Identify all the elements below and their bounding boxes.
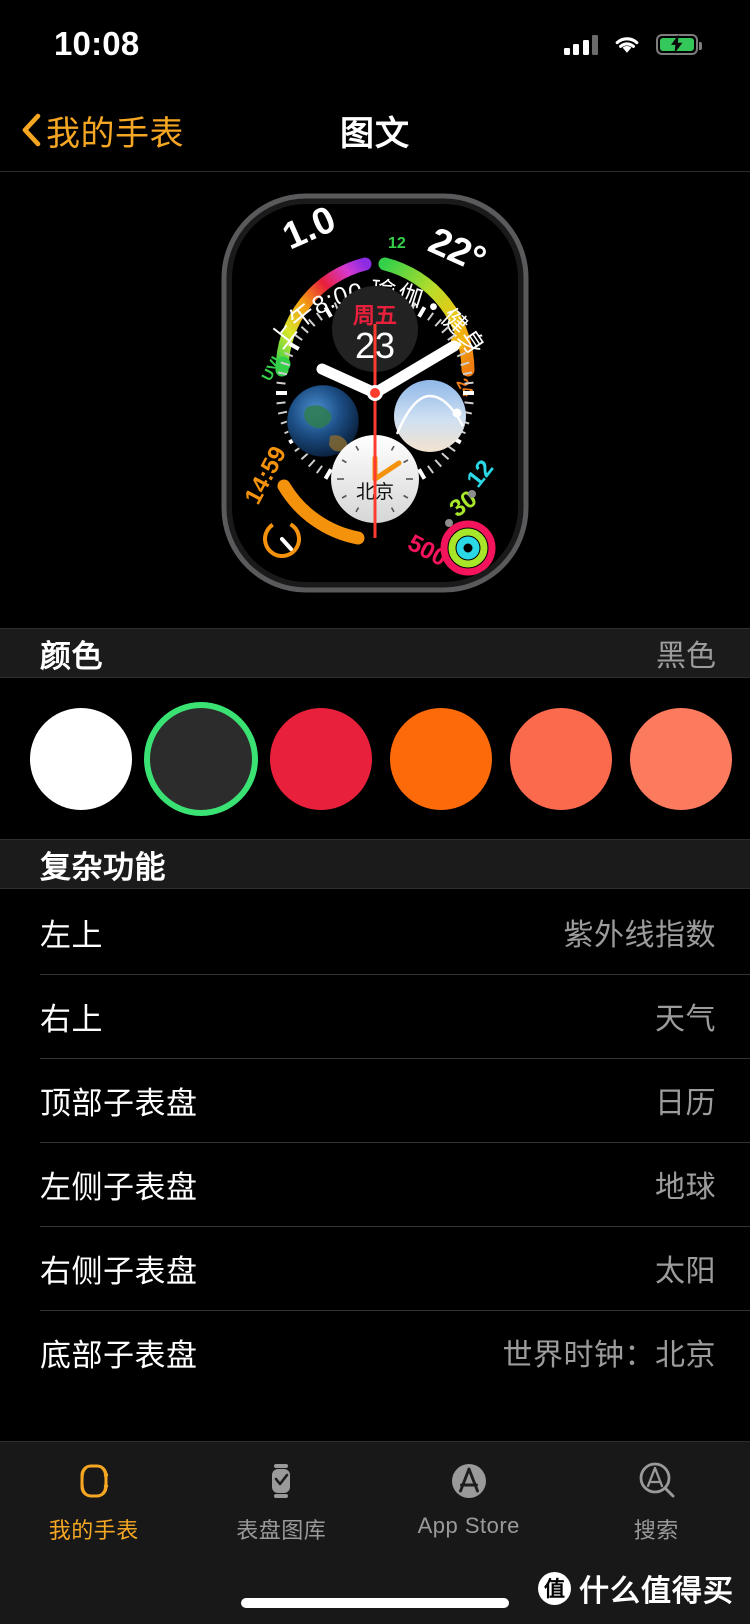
- status-bar-indicators: [563, 33, 702, 55]
- tab-label: App Store: [417, 1513, 520, 1538]
- tab-search[interactable]: 搜索: [563, 1456, 750, 1545]
- wifi-icon: [612, 33, 642, 55]
- row-value: 日历: [655, 1087, 716, 1120]
- color-swatch-strip[interactable]: [0, 679, 750, 839]
- complication-row-right-subdial[interactable]: 右侧子表盘 太阳: [0, 1226, 750, 1310]
- row-label: 底部子表盘: [40, 1337, 198, 1373]
- color-section-title: 颜色: [40, 638, 103, 674]
- complication-row-top-left[interactable]: 左上 紫外线指数: [0, 890, 750, 974]
- complications-list: 左上 紫外线指数 右上 天气 顶部子表盘 日历 左侧子表盘 地球 右侧子表盘 太…: [0, 890, 750, 1394]
- watch-faces-gallery-icon: [261, 1456, 301, 1506]
- complication-row-bottom-subdial[interactable]: 底部子表盘 世界时钟：北京: [0, 1310, 750, 1394]
- home-indicator[interactable]: [241, 1598, 509, 1608]
- watermark-logo: 值: [538, 1571, 571, 1605]
- tab-label: 表盘图库: [236, 1518, 327, 1543]
- page-title: 图文: [340, 114, 410, 153]
- tab-my-watch[interactable]: 我的手表: [0, 1456, 188, 1545]
- app-store-icon: [447, 1456, 491, 1506]
- row-value: 天气: [655, 1003, 716, 1036]
- apple-watch-face-preview[interactable]: UVI 1.0 12 24 22° 上午8:00 瑜伽 • 健身房: [210, 186, 540, 611]
- row-value: 太阳: [655, 1255, 716, 1288]
- color-selected-value: 黑色: [656, 640, 716, 673]
- watermark: 值 什么值得买: [538, 1566, 734, 1610]
- tab-label: 搜索: [633, 1518, 679, 1543]
- status-bar: 10:08: [0, 0, 750, 88]
- tab-face-gallery[interactable]: 表盘图库: [188, 1456, 376, 1545]
- complications-section-header: 复杂功能: [0, 839, 750, 889]
- complication-row-top-subdial[interactable]: 顶部子表盘 日历: [0, 1058, 750, 1142]
- svg-text:12: 12: [388, 235, 406, 252]
- battery-charging-icon: [656, 33, 702, 55]
- tab-app-store[interactable]: App Store: [375, 1456, 563, 1539]
- search-icon: [634, 1456, 678, 1506]
- status-bar-clock: 10:08: [54, 25, 140, 62]
- tab-label: 我的手表: [48, 1518, 139, 1543]
- watch-icon: [74, 1456, 114, 1506]
- complications-section-title: 复杂功能: [40, 849, 166, 885]
- color-swatch-coral[interactable]: [510, 708, 612, 810]
- color-swatch-white[interactable]: [30, 708, 132, 810]
- app-screen: 10:08 我的手表 图文 UVI 1.0 12 24 22° 上午8:0 伽 …: [0, 0, 750, 1624]
- navigation-bar: 我的手表 图文: [0, 88, 750, 172]
- cellular-signal-icon: [563, 34, 598, 55]
- row-label: 右侧子表盘: [40, 1253, 198, 1289]
- color-swatch-orange[interactable]: [390, 708, 492, 810]
- color-swatch-black[interactable]: [150, 708, 252, 810]
- complication-row-left-subdial[interactable]: 左侧子表盘 地球: [0, 1142, 750, 1226]
- row-label: 左上: [40, 917, 103, 953]
- row-label: 顶部子表盘: [40, 1085, 198, 1121]
- row-value: 紫外线指数: [563, 919, 716, 952]
- tab-bar: 我的手表 表盘图库 App Store 搜索 值 什么值得买: [0, 1441, 750, 1624]
- color-swatch-light-coral[interactable]: [630, 708, 732, 810]
- row-label: 右上: [40, 1001, 103, 1037]
- row-label: 左侧子表盘: [40, 1169, 198, 1205]
- color-section-header: 颜色 黑色: [0, 628, 750, 678]
- watch-face-preview-area: UVI 1.0 12 24 22° 上午8:00 瑜伽 • 健身房: [0, 172, 750, 628]
- complication-row-top-right[interactable]: 右上 天气: [0, 974, 750, 1058]
- color-swatch-red[interactable]: [270, 708, 372, 810]
- watermark-text: 什么值得买: [579, 1575, 734, 1608]
- row-value: 地球: [655, 1171, 716, 1204]
- row-value: 世界时钟：北京: [502, 1339, 716, 1372]
